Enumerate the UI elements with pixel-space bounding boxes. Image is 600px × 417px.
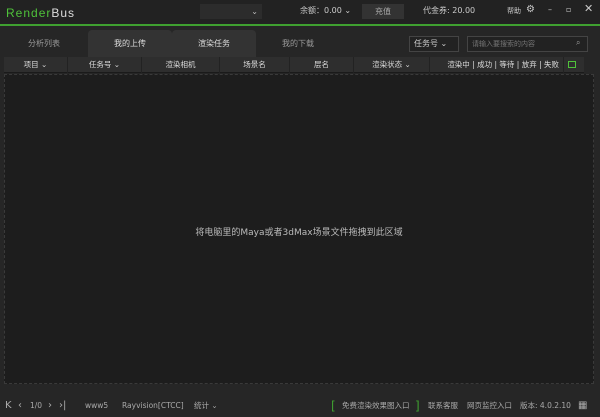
recharge-button[interactable]: 充值 bbox=[362, 4, 404, 19]
balance[interactable]: 余额：0.00 ⌄ bbox=[300, 4, 351, 18]
col-progress[interactable]: 渲染中 | 成功 | 等待 | 放弃 | 失败 bbox=[430, 57, 564, 73]
chevron-down-icon: ⌄ bbox=[440, 39, 448, 48]
server: Rayvision[CTCC] bbox=[122, 401, 184, 410]
filter-select[interactable]: 任务号 ⌄ bbox=[409, 36, 459, 52]
col-camera[interactable]: 渲染相机 bbox=[142, 57, 220, 73]
tab-downloads[interactable]: 我的下载 bbox=[256, 30, 340, 57]
drop-hint: 将电脑里的Maya或者3dMax场景文件拖拽到此区域 bbox=[195, 228, 403, 238]
prev-page-icon[interactable]: ‹ bbox=[18, 395, 22, 417]
page-indicator: 1/0 bbox=[30, 401, 43, 410]
chart-icon[interactable] bbox=[568, 61, 576, 68]
logo: RenderBus bbox=[6, 6, 76, 20]
col-project[interactable]: 项目 ⌄ bbox=[4, 57, 68, 73]
search-icon[interactable]: ⌕ bbox=[576, 38, 580, 48]
last-page-icon[interactable]: ›| bbox=[59, 395, 66, 417]
tab-uploads[interactable]: 我的上传 bbox=[88, 30, 172, 57]
drop-zone[interactable]: 将电脑里的Maya或者3dMax场景文件拖拽到此区域 bbox=[4, 74, 594, 384]
chevron-down-icon: ⌄ bbox=[344, 6, 352, 15]
stats-dropdown[interactable]: 统计 ⌄ bbox=[194, 395, 218, 417]
help-button[interactable]: 帮助 bbox=[507, 4, 521, 18]
next-page-icon[interactable]: › bbox=[48, 395, 52, 417]
col-scene[interactable]: 场景名 bbox=[220, 57, 290, 73]
minimize-icon[interactable]: – bbox=[548, 3, 552, 17]
support-link[interactable]: 联系客服 bbox=[428, 395, 458, 417]
maximize-icon[interactable]: ▫ bbox=[566, 3, 571, 17]
user-dropdown[interactable]: ⌄ bbox=[200, 4, 262, 19]
search-input[interactable] bbox=[467, 36, 588, 52]
bracket-right: ] bbox=[415, 399, 420, 413]
gear-icon[interactable]: ⚙ bbox=[526, 3, 535, 17]
free-render-link[interactable]: 免费渲染效果图入口 bbox=[342, 395, 410, 417]
voucher: 代金券: 20.00 bbox=[423, 6, 476, 15]
qr-code-icon[interactable]: ▦ bbox=[578, 395, 587, 417]
footer: K ‹ 1/0 › ›| www5 Rayvision[CTCC] 统计 ⌄ [… bbox=[0, 395, 600, 417]
col-status[interactable]: 渲染状态 ⌄ bbox=[354, 57, 430, 73]
table-header: 项目 ⌄ 任务号 ⌄ 渲染相机 场景名 层名 渲染状态 ⌄ 渲染中 | 成功 |… bbox=[4, 57, 584, 73]
web-monitor-link[interactable]: 网页监控入口 bbox=[467, 395, 512, 417]
chevron-down-icon: ⌄ bbox=[251, 7, 258, 16]
title-bar: RenderBus ⌄ 余额：0.00 ⌄ 充值 代金券: 20.00 帮助 ⚙… bbox=[0, 0, 600, 26]
col-task-id[interactable]: 任务号 ⌄ bbox=[68, 57, 142, 73]
username: www5 bbox=[85, 401, 109, 410]
version: 版本: 4.0.2.10 bbox=[520, 401, 571, 410]
bracket-left: [ bbox=[331, 399, 336, 413]
first-page-icon[interactable]: K bbox=[5, 395, 12, 417]
col-layer[interactable]: 层名 bbox=[290, 57, 354, 73]
close-icon[interactable]: ✕ bbox=[584, 2, 593, 16]
tab-analysis[interactable]: 分析列表 bbox=[2, 30, 86, 57]
tab-render-tasks[interactable]: 渲染任务 bbox=[172, 30, 256, 57]
